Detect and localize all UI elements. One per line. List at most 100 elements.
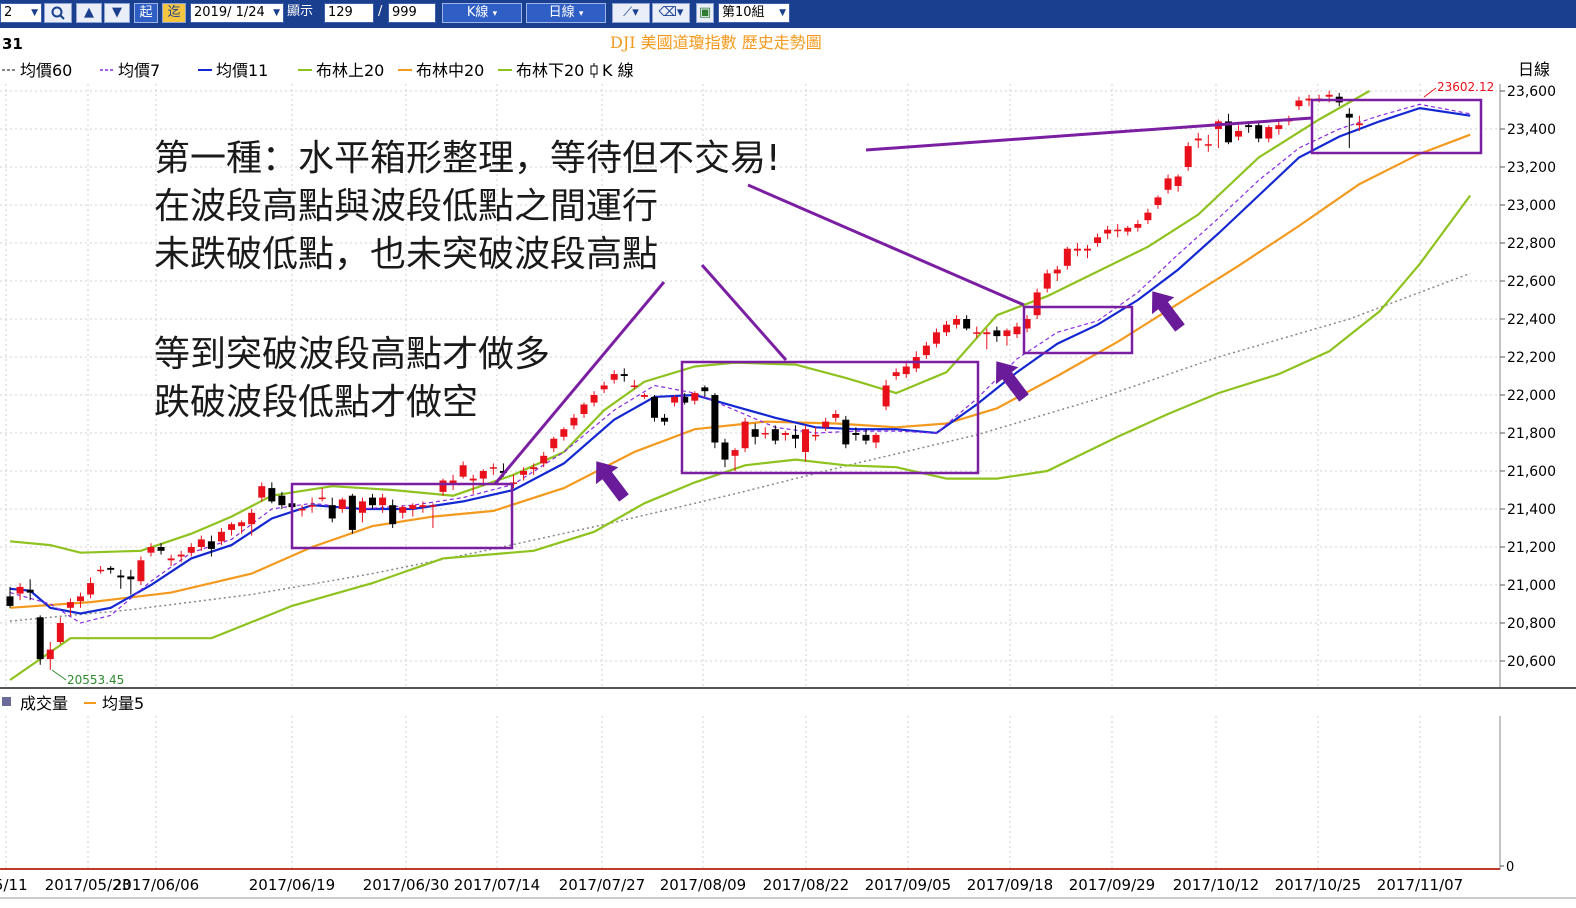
candle (1194, 132, 1202, 148)
candle (922, 341, 930, 359)
candle (46, 642, 54, 670)
candle (308, 497, 316, 513)
candle (1174, 174, 1182, 192)
candle (822, 417, 830, 432)
chart-area: 31 DJI 美國道瓊指數 歷史走勢圖 日線 均價60 均價7 均價11 布林上20 布… (0, 33, 1576, 899)
candle (590, 391, 598, 407)
period-label: 日線 (1518, 60, 1550, 79)
candle (691, 391, 699, 405)
candle (812, 427, 820, 441)
candle (560, 427, 568, 441)
y-tick-label: 22,800 (1507, 236, 1556, 252)
avg-legend-label: 均量5 (102, 694, 144, 713)
candle (661, 414, 669, 426)
candle (328, 497, 336, 523)
volume-zero-label: 0 (1506, 860, 1514, 875)
x-tick-label: 2017/06/30 (363, 876, 449, 894)
candle (751, 423, 759, 445)
start-button-label: 起 (139, 5, 153, 20)
annotation-line-4: 跌破波段低點才做空 (154, 382, 478, 423)
candle (650, 395, 658, 422)
legend-label: 均價11 (216, 61, 268, 80)
daily-button[interactable]: 日線 ▾ (526, 3, 606, 23)
candle (177, 550, 185, 563)
down-button[interactable]: ▼ (104, 3, 130, 23)
y-tick-label: 23,000 (1507, 198, 1556, 214)
candle (932, 328, 940, 348)
y-tick-label: 22,600 (1507, 274, 1556, 290)
candle (781, 431, 789, 441)
candle (550, 436, 558, 452)
candle (570, 414, 578, 430)
candle (1013, 322, 1021, 338)
grid-button[interactable]: ▣ (696, 3, 714, 23)
search-icon (51, 6, 65, 20)
x-tick-label: 2017/09/05 (865, 876, 951, 894)
candle (771, 425, 779, 445)
x-tick-label: 2017/10/25 (1275, 876, 1361, 894)
max-count-input[interactable]: 999 (388, 3, 436, 23)
candle (1235, 125, 1243, 141)
candle (1275, 121, 1283, 135)
eraser-icon: ⌫▾ (658, 5, 684, 20)
candle (721, 438, 729, 468)
y-tick-label: 21,400 (1507, 502, 1556, 518)
low-marker-line (51, 669, 67, 681)
candle (1094, 233, 1102, 247)
x-tick-label: 2017/07/27 (559, 876, 645, 894)
candle (449, 474, 457, 490)
callout-line-4 (700, 264, 788, 361)
arrow-icon (595, 461, 629, 502)
annotation-line-2: 未跌破低點，也未突破波段高點 (154, 234, 658, 275)
kline-button[interactable]: K線 ▾ (442, 3, 522, 23)
up-button[interactable]: ▲ (76, 3, 102, 23)
end-button-label: 迄 (167, 5, 181, 20)
max-count-value: 999 (392, 5, 417, 20)
legend-label: 布林上20 (316, 61, 384, 80)
draw-line-button[interactable]: ⟋▾ (612, 3, 650, 23)
date-value: 2019/ 1/24 (194, 5, 265, 20)
left-code: 31 (2, 35, 23, 53)
candle (791, 425, 799, 449)
callout-line-1 (865, 116, 1313, 152)
candle (107, 566, 115, 574)
group-select[interactable]: 第10組 ▼ (718, 3, 790, 23)
candle (187, 543, 195, 557)
annotation-line-1: 在波段高點與波段低點之間運行 (154, 186, 658, 227)
eraser-button[interactable]: ⌫▾ (652, 3, 690, 23)
candle (459, 461, 467, 479)
candle (338, 497, 346, 513)
y-tick-label: 23,400 (1507, 122, 1556, 138)
x-tick-label: 2017/06/19 (249, 876, 335, 894)
end-button[interactable]: 迄 (162, 3, 186, 23)
start-button[interactable]: 起 (134, 3, 158, 23)
candle (389, 499, 397, 528)
series-line (9, 272, 1471, 622)
chevron-down-icon: ▼ (273, 8, 280, 18)
candle (1204, 134, 1212, 152)
candle (489, 463, 497, 475)
legend-label: 布林下20 (516, 61, 584, 80)
date-select[interactable]: 2019/ 1/24 ▼ (190, 3, 284, 23)
legend-label: 均價7 (118, 61, 160, 80)
group-value: 第10組 (722, 5, 765, 20)
candle (963, 315, 971, 331)
candle (137, 556, 145, 585)
callout-line-3 (493, 281, 666, 485)
candle (1144, 208, 1152, 224)
period-select[interactable]: 2 ▼ (0, 3, 42, 23)
candle (1255, 121, 1263, 143)
x-tick-label: 2017/06/06 (113, 876, 199, 894)
x-tick-label: 2017/08/09 (660, 876, 746, 894)
candle (439, 478, 447, 496)
triangle-down-icon: ▼ (112, 5, 122, 20)
candle (1134, 220, 1142, 232)
high-marker-line (1423, 87, 1437, 98)
candle (701, 385, 709, 397)
candle (1124, 225, 1132, 236)
search-button[interactable] (44, 3, 72, 23)
caret-down-icon: ▾ (492, 9, 498, 19)
y-tick-label: 22,000 (1507, 388, 1556, 404)
show-count-input[interactable]: 129 (324, 3, 374, 23)
candle (238, 520, 246, 534)
